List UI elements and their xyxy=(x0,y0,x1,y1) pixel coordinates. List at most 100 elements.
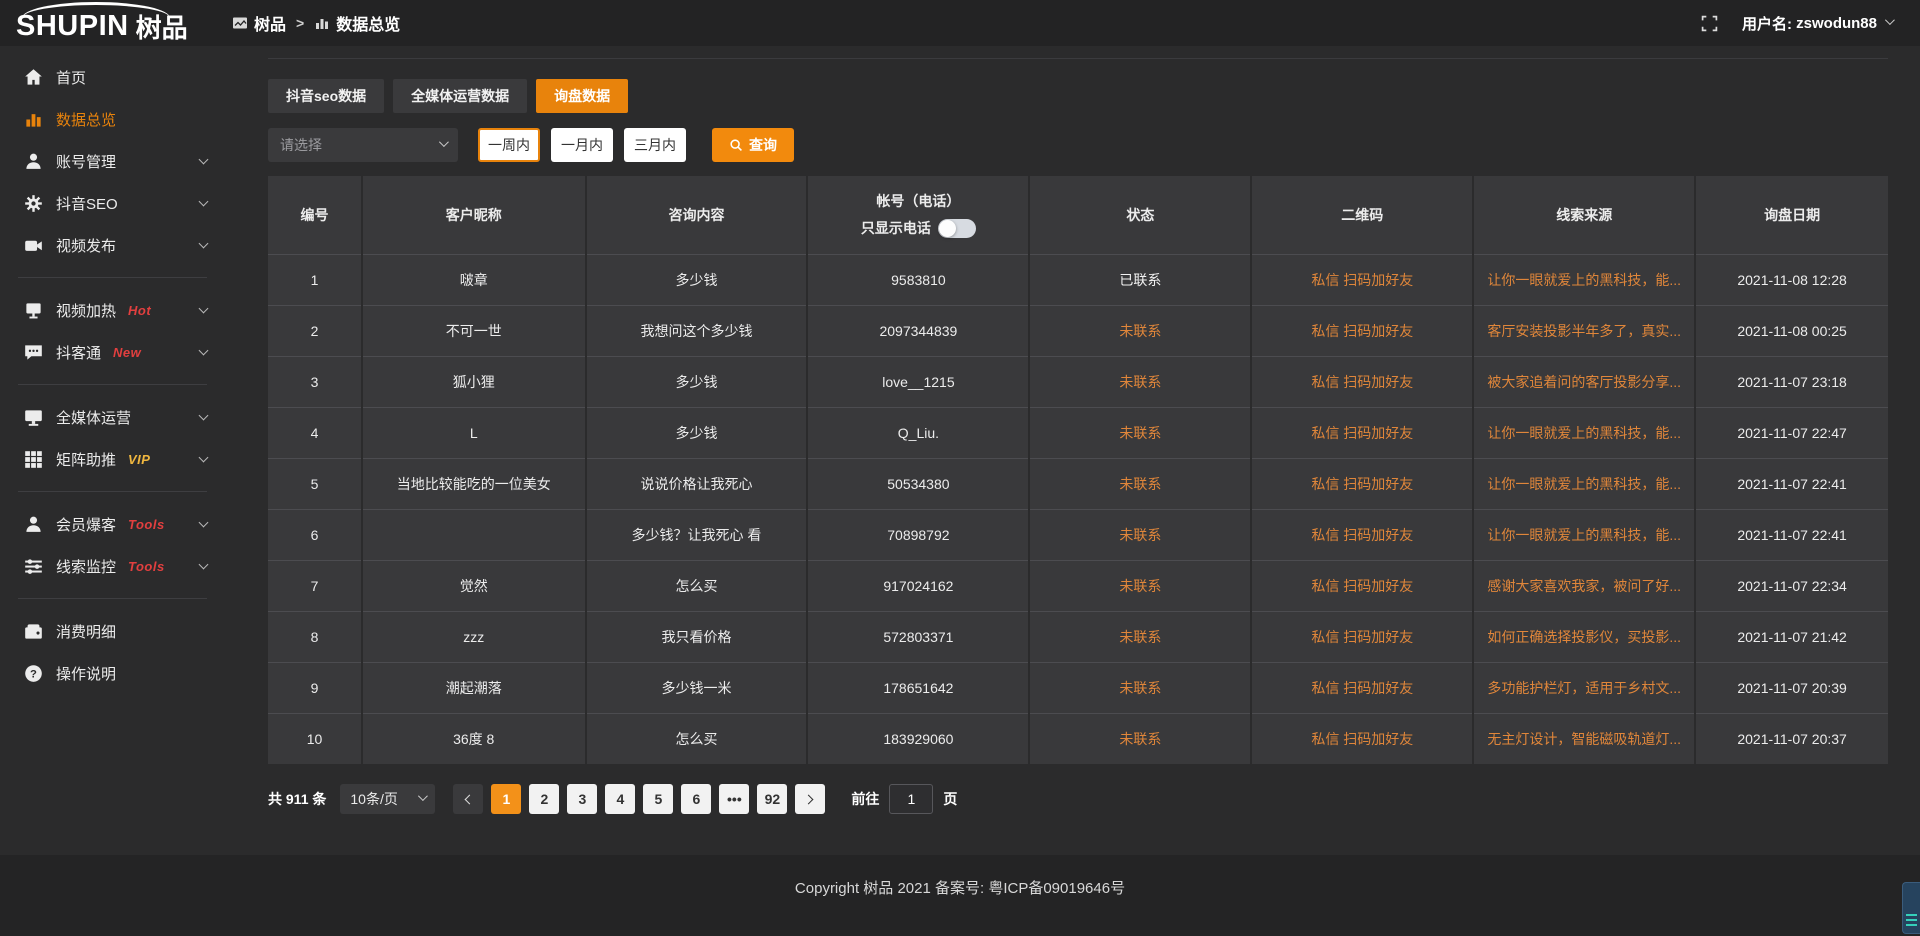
sidebar-item-video-publish[interactable]: 视频发布 xyxy=(0,224,225,266)
account-select[interactable]: 请选择 xyxy=(268,128,458,162)
cell-status: 未联系 xyxy=(1029,560,1251,611)
cell-content: 我只看价格 xyxy=(586,611,808,662)
page-button-6[interactable]: 6 xyxy=(681,784,711,814)
edge-widget[interactable] xyxy=(1902,882,1920,934)
quick-range-button-0[interactable]: 一周内 xyxy=(478,128,540,162)
sidebar-item-operation-guide[interactable]: ? 操作说明 xyxy=(0,652,225,694)
header-date: 询盘日期 xyxy=(1695,176,1888,254)
page-button-1[interactable]: 1 xyxy=(491,784,521,814)
sidebar-item-video-heat[interactable]: 视频加热 Hot xyxy=(0,289,225,331)
select-placeholder: 请选择 xyxy=(280,135,322,155)
chevron-down-icon xyxy=(199,345,209,355)
sidebar-item-label: 抖音SEO xyxy=(56,193,118,214)
cell-date: 2021-11-08 12:28 xyxy=(1695,254,1888,305)
sidebar-item-media-operation[interactable]: 全媒体运营 xyxy=(0,396,225,438)
cell-qrcode-links[interactable]: 私信 扫码加好友 xyxy=(1251,254,1473,305)
cell-qrcode-links[interactable]: 私信 扫码加好友 xyxy=(1251,509,1473,560)
chevron-down-icon xyxy=(199,559,209,569)
cell-source-link[interactable]: 感谢大家喜欢我家，被问了好... xyxy=(1473,560,1695,611)
prev-page-button[interactable] xyxy=(453,784,483,814)
sidebar-item-label: 视频加热 xyxy=(56,300,116,321)
billboard-icon xyxy=(24,301,43,320)
page-button-3[interactable]: 3 xyxy=(567,784,597,814)
sidebar-item-clue-monitor[interactable]: 线索监控 Tools xyxy=(0,545,225,587)
cell-source-link[interactable]: 如何正确选择投影仪，买投影... xyxy=(1473,611,1695,662)
sidebar-divider xyxy=(18,598,207,599)
page-button-4[interactable]: 4 xyxy=(605,784,635,814)
sidebar-item-home[interactable]: 首页 xyxy=(0,56,225,98)
cell-account: 178651642 xyxy=(807,662,1029,713)
cell-id: 10 xyxy=(268,713,362,764)
cell-account: 9583810 xyxy=(807,254,1029,305)
cell-id: 3 xyxy=(268,356,362,407)
cell-date: 2021-11-07 23:18 xyxy=(1695,356,1888,407)
user-menu[interactable]: 用户名: zswodun88 xyxy=(1742,13,1892,34)
sidebar-item-account-manage[interactable]: 账号管理 xyxy=(0,140,225,182)
cell-qrcode-links[interactable]: 私信 扫码加好友 xyxy=(1251,458,1473,509)
page-button-92[interactable]: 92 xyxy=(757,784,787,814)
sidebar-item-badge: VIP xyxy=(128,452,150,467)
cell-date: 2021-11-07 20:39 xyxy=(1695,662,1888,713)
cell-source-link[interactable]: 让你一眼就爱上的黑科技，能... xyxy=(1473,407,1695,458)
table-row: 4 L 多少钱 Q_Liu. 未联系 私信 扫码加好友 让你一眼就爱上的黑科技，… xyxy=(268,407,1888,458)
sidebar-item-douyin-seo[interactable]: 抖音SEO xyxy=(0,182,225,224)
tab-douyin-seo-data[interactable]: 抖音seo数据 xyxy=(268,79,384,113)
chevron-down-icon xyxy=(199,154,209,164)
sidebar-item-douketong[interactable]: 抖客通 New xyxy=(0,331,225,373)
page-button-5[interactable]: 5 xyxy=(643,784,673,814)
next-page-button[interactable] xyxy=(795,784,825,814)
chevron-down-icon xyxy=(199,410,209,420)
phone-only-toggle[interactable] xyxy=(938,219,976,238)
quick-range-button-1[interactable]: 一月内 xyxy=(551,128,613,162)
total-count: 共 911 条 xyxy=(268,789,326,809)
copyright-text: Copyright 树品 2021 备案号: 粤ICP备09019646号 xyxy=(795,877,1125,936)
cell-qrcode-links[interactable]: 私信 扫码加好友 xyxy=(1251,305,1473,356)
cell-source-link[interactable]: 无主灯设计，智能磁吸轨道灯... xyxy=(1473,713,1695,764)
page-button-2[interactable]: 2 xyxy=(529,784,559,814)
sidebar-item-label: 数据总览 xyxy=(56,109,116,130)
cell-nickname: 当地比较能吃的一位美女 xyxy=(362,458,586,509)
search-button[interactable]: 查询 xyxy=(712,128,794,162)
cell-source-link[interactable]: 多功能护栏灯，适用于乡村文... xyxy=(1473,662,1695,713)
cell-source-link[interactable]: 让你一眼就爱上的黑科技，能... xyxy=(1473,509,1695,560)
tab-media-operation-data[interactable]: 全媒体运营数据 xyxy=(393,79,527,113)
cell-qrcode-links[interactable]: 私信 扫码加好友 xyxy=(1251,611,1473,662)
cell-qrcode-links[interactable]: 私信 扫码加好友 xyxy=(1251,560,1473,611)
fullscreen-icon[interactable] xyxy=(1701,15,1718,32)
cell-nickname: 36度 8 xyxy=(362,713,586,764)
cell-account: 572803371 xyxy=(807,611,1029,662)
content-divider xyxy=(268,58,1888,59)
cell-account: Q_Liu. xyxy=(807,407,1029,458)
sidebar-item-data-overview[interactable]: 数据总览 xyxy=(0,98,225,140)
cell-source-link[interactable]: 让你一眼就爱上的黑科技，能... xyxy=(1473,458,1695,509)
tab-inquiry-data[interactable]: 询盘数据 xyxy=(536,79,628,113)
footer: Copyright 树品 2021 备案号: 粤ICP备09019646号 xyxy=(0,855,1920,936)
cell-qrcode-links[interactable]: 私信 扫码加好友 xyxy=(1251,407,1473,458)
sidebar-item-badge: Hot xyxy=(128,303,151,318)
logo-arc-decoration xyxy=(22,2,170,18)
search-icon xyxy=(729,138,743,152)
monitor-icon xyxy=(24,408,43,427)
quick-range-group: 一周内 一月内 三月内 xyxy=(478,128,697,162)
quick-range-button-2[interactable]: 三月内 xyxy=(624,128,686,162)
header-status: 状态 xyxy=(1029,176,1251,254)
page-size-value: 10条/页 xyxy=(350,789,397,809)
table-row: 1 啵章 多少钱 9583810 已联系 私信 扫码加好友 让你一眼就爱上的黑科… xyxy=(268,254,1888,305)
sidebar-item-member-burst[interactable]: 会员爆客 Tools xyxy=(0,503,225,545)
cell-qrcode-links[interactable]: 私信 扫码加好友 xyxy=(1251,713,1473,764)
chevron-down-icon xyxy=(199,517,209,527)
breadcrumb-current: 数据总览 xyxy=(336,11,400,35)
cell-source-link[interactable]: 客厅安装投影半年多了，真实... xyxy=(1473,305,1695,356)
cell-id: 9 xyxy=(268,662,362,713)
breadcrumb-home[interactable]: 树品 xyxy=(254,11,286,35)
goto-page-input[interactable] xyxy=(889,784,933,814)
cell-qrcode-links[interactable]: 私信 扫码加好友 xyxy=(1251,356,1473,407)
page-ellipsis-button[interactable]: ••• xyxy=(719,784,749,814)
sidebar-item-label: 全媒体运营 xyxy=(56,407,131,428)
sidebar-item-consume-detail[interactable]: 消费明细 xyxy=(0,610,225,652)
cell-source-link[interactable]: 被大家追着问的客厅投影分享... xyxy=(1473,356,1695,407)
cell-qrcode-links[interactable]: 私信 扫码加好友 xyxy=(1251,662,1473,713)
page-size-select[interactable]: 10条/页 xyxy=(340,784,435,814)
sidebar-item-matrix-boost[interactable]: 矩阵助推 VIP xyxy=(0,438,225,480)
cell-source-link[interactable]: 让你一眼就爱上的黑科技，能... xyxy=(1473,254,1695,305)
